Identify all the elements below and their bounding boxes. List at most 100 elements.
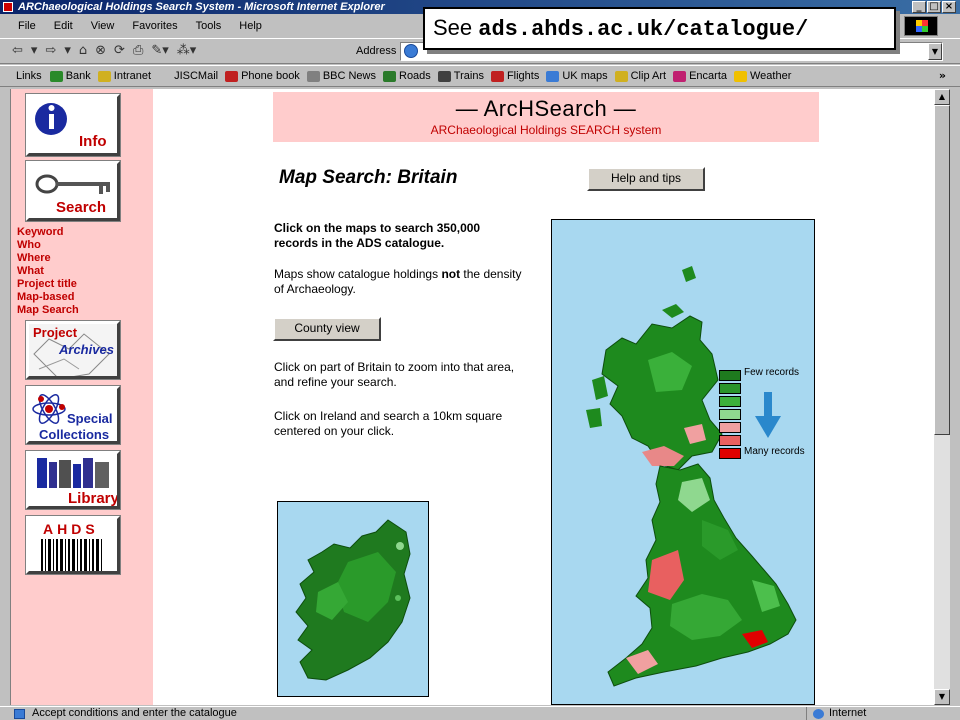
down-arrow-icon xyxy=(755,392,781,438)
back-icon[interactable]: ⇦ xyxy=(12,43,23,58)
scroll-thumb[interactable] xyxy=(934,105,950,435)
info-label: Info xyxy=(79,133,107,150)
address-dropdown-icon[interactable]: ▼ xyxy=(928,43,942,60)
archsearch-banner: — ArcHSearch — ARChaeological Holdings S… xyxy=(273,92,819,142)
nav-map-based-link[interactable]: Map-based xyxy=(17,291,79,304)
link-map[interactable]: UK maps xyxy=(546,70,608,82)
links-label: Links xyxy=(16,70,42,82)
ireland-instructions: Click on Ireland and search a 10km squar… xyxy=(274,409,503,438)
menu-view[interactable]: View xyxy=(91,20,115,32)
windows-logo-icon xyxy=(904,16,938,36)
link-label: Encarta xyxy=(689,70,727,82)
close-button[interactable]: × xyxy=(942,1,956,13)
link-label: Phone book xyxy=(241,70,300,82)
minimize-button[interactable]: _ xyxy=(912,1,926,13)
county-view-button[interactable]: County view xyxy=(273,317,381,341)
menu-edit[interactable]: Edit xyxy=(54,20,73,32)
link-clipart[interactable]: Clip Art xyxy=(614,70,667,82)
ahds-button[interactable]: AHDS xyxy=(25,515,121,575)
vertical-scrollbar[interactable]: ▲ ▼ xyxy=(934,89,950,705)
security-zone: Internet xyxy=(806,707,936,720)
nav-who-link[interactable]: Who xyxy=(17,239,79,252)
link-encarta[interactable]: Encarta xyxy=(673,70,727,82)
legend-swatch xyxy=(719,409,741,420)
menu-help[interactable]: Help xyxy=(239,20,262,32)
legend-swatch xyxy=(719,435,741,446)
bank-icon xyxy=(49,70,63,82)
link-label: Clip Art xyxy=(630,70,667,82)
special-label: Special xyxy=(67,411,113,426)
nav-what-link[interactable]: What xyxy=(17,265,79,278)
map-icon xyxy=(546,70,560,82)
link-bank[interactable]: Bank xyxy=(49,70,91,82)
link-label: Weather xyxy=(750,70,792,82)
nav-where-link[interactable]: Where xyxy=(17,252,79,265)
messenger-icon[interactable]: ⁂▾ xyxy=(177,43,197,58)
links-more-icon[interactable]: » xyxy=(939,66,946,86)
url-callout: See ads.ahds.ac.uk/catalogue/ xyxy=(423,7,896,50)
left-nav: Info Search Keyword Who Where What Proje… xyxy=(11,89,153,705)
search-button[interactable]: Search xyxy=(25,160,121,222)
link-mail[interactable]: JISCMail xyxy=(158,70,218,82)
special-collections-button[interactable]: Special Collections xyxy=(25,385,121,445)
nav-keyword-link[interactable]: Keyword xyxy=(17,226,79,239)
link-weather[interactable]: Weather xyxy=(734,70,791,82)
scroll-up-icon[interactable]: ▲ xyxy=(934,89,950,105)
banner-title: — ArcHSearch — xyxy=(455,96,637,121)
link-phone[interactable]: Phone book xyxy=(225,70,300,82)
window-controls: _ □ × xyxy=(912,0,956,14)
link-label: Flights xyxy=(506,70,540,82)
legend-many-records: Many records xyxy=(744,446,805,457)
forward-icon[interactable]: ⇨ xyxy=(45,43,56,58)
stop-icon[interactable]: ⊗ xyxy=(95,43,106,58)
link-label: Bank xyxy=(65,70,91,82)
forward-dropdown-icon[interactable]: ▾ xyxy=(64,43,71,58)
print-icon[interactable]: ⎙ xyxy=(133,43,143,58)
link-intranet[interactable]: Intranet xyxy=(97,70,151,82)
legend-swatch xyxy=(719,448,741,459)
mail-icon xyxy=(158,70,172,82)
link-label: BBC News xyxy=(322,70,376,82)
help-button[interactable]: Help and tips xyxy=(587,167,705,191)
roads-icon xyxy=(383,70,396,82)
address-label: Address xyxy=(356,45,397,57)
nav-project-title-link[interactable]: Project title xyxy=(17,278,79,291)
menu-favorites[interactable]: Favorites xyxy=(132,20,177,32)
page-icon xyxy=(404,44,418,58)
link-trains[interactable]: Trains xyxy=(437,70,484,82)
maximize-button[interactable]: □ xyxy=(927,1,941,13)
home-icon[interactable]: ⌂ xyxy=(79,43,87,58)
info-button[interactable]: Info xyxy=(25,93,121,157)
ahds-label: AHDS xyxy=(43,521,99,537)
back-dropdown-icon[interactable]: ▾ xyxy=(31,43,38,58)
library-button[interactable]: Library xyxy=(25,450,121,510)
legend-few-records: Few records xyxy=(744,367,800,378)
trains-icon xyxy=(437,70,451,82)
links-bar: Links Bank Intranet JISCMail Phone book BBC … xyxy=(0,65,960,87)
menu-tools[interactable]: Tools xyxy=(196,20,222,32)
scroll-down-icon[interactable]: ▼ xyxy=(934,689,950,705)
archives-label: Archives xyxy=(59,342,114,357)
legend-swatch xyxy=(719,383,741,394)
britain-map[interactable] xyxy=(551,219,815,705)
nav-map-search-link[interactable]: Map Search xyxy=(17,304,79,317)
search-links: Keyword Who Where What Project title Map… xyxy=(17,226,79,317)
refresh-icon[interactable]: ⟳ xyxy=(114,43,125,58)
legend-swatch xyxy=(719,396,741,407)
edit-icon[interactable]: ✎▾ xyxy=(151,43,168,58)
legend-swatch xyxy=(719,422,741,433)
search-label: Search xyxy=(56,199,107,216)
encarta-icon xyxy=(673,70,687,82)
project-archives-button[interactable]: Project Archives xyxy=(25,320,121,380)
callout-url: ads.ahds.ac.uk/catalogue/ xyxy=(478,17,809,42)
browser-window: ARChaeological Holdings Search System - … xyxy=(0,0,960,720)
link-news[interactable]: BBC News xyxy=(306,70,376,82)
ireland-map[interactable] xyxy=(277,501,429,697)
legend-swatch xyxy=(719,370,741,381)
link-flights[interactable]: Flights xyxy=(490,70,540,82)
intranet-icon xyxy=(97,70,111,82)
menu-file[interactable]: File xyxy=(18,20,36,32)
link-roads[interactable]: Roads xyxy=(383,70,431,82)
main-content: — ArcHSearch — ARChaeological Holdings S… xyxy=(153,89,934,705)
phone-icon xyxy=(225,70,239,82)
